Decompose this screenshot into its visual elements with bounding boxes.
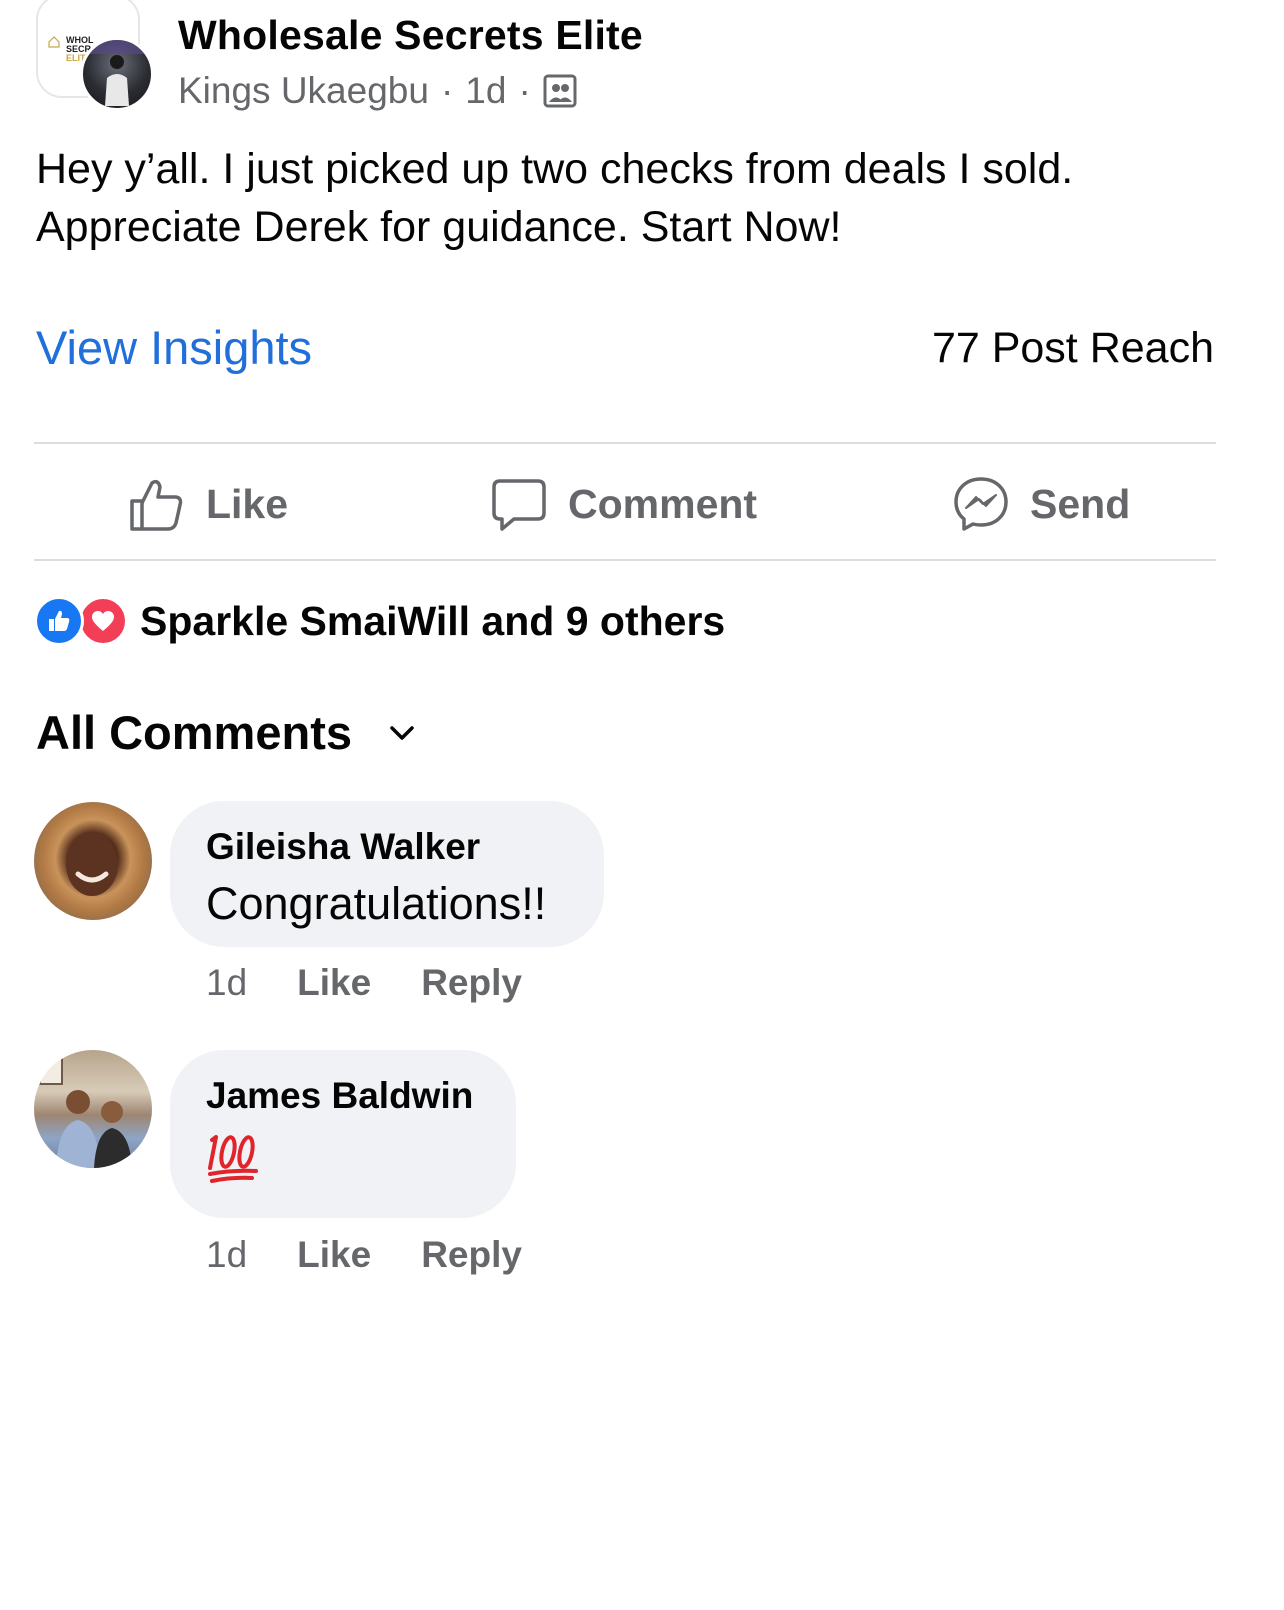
- divider: [34, 442, 1216, 444]
- comment-bubble-icon: [492, 479, 546, 531]
- love-reaction-icon: [78, 596, 128, 646]
- messenger-icon: [954, 477, 1008, 531]
- commenter-avatar[interactable]: [34, 802, 152, 920]
- comment-time[interactable]: 1d: [206, 1234, 247, 1276]
- comment-text: Congratulations!!: [206, 878, 547, 929]
- comments-filter-dropdown[interactable]: All Comments: [36, 705, 422, 760]
- comment-author[interactable]: James Baldwin: [206, 1072, 480, 1120]
- meta-separator: ·: [440, 70, 454, 111]
- send-label: Send: [1030, 480, 1131, 527]
- people-photo-icon: [39, 1055, 132, 1168]
- comment-time[interactable]: 1d: [206, 962, 247, 1004]
- reactions-text: Sparkle SmaiWill and 9 others: [140, 597, 726, 644]
- comment-label: Comment: [568, 480, 758, 527]
- comment-reply-button[interactable]: Reply: [421, 962, 522, 1004]
- post-meta: Kings Ukaegbu · 1d ·: [178, 70, 577, 112]
- like-reaction-icon: [34, 596, 84, 646]
- group-icon: [543, 74, 577, 108]
- post-reach: 77 Post Reach: [931, 324, 1214, 372]
- like-button[interactable]: Like: [128, 466, 288, 542]
- comment-button[interactable]: Comment: [490, 466, 757, 542]
- send-button[interactable]: Send: [952, 466, 1130, 542]
- group-name[interactable]: Wholesale Secrets Elite: [178, 12, 643, 59]
- divider: [34, 559, 1216, 561]
- comment-actions: 1d Like Reply: [206, 1234, 522, 1276]
- comment-bubble: Gileisha Walker Congratulations!!: [170, 801, 604, 947]
- comment-reply-button[interactable]: Reply: [421, 1234, 522, 1276]
- author-avatar[interactable]: [80, 37, 154, 111]
- meta-separator: ·: [518, 70, 531, 111]
- comment-like-button[interactable]: Like: [297, 1234, 371, 1276]
- reactions-summary[interactable]: Sparkle SmaiWill and 9 others: [34, 594, 725, 648]
- hundred-points-emoji: [206, 1130, 262, 1184]
- chevron-down-icon: [390, 725, 414, 740]
- person-face-icon: [66, 832, 118, 896]
- post-time[interactable]: 1d: [465, 70, 506, 112]
- post-body: Hey y’all. I just picked up two checks f…: [36, 145, 1074, 251]
- commenter-avatar[interactable]: [34, 1050, 152, 1168]
- comment-author[interactable]: Gileisha Walker: [206, 823, 568, 871]
- author-name[interactable]: Kings Ukaegbu: [178, 70, 429, 112]
- comment-like-button[interactable]: Like: [297, 962, 371, 1004]
- like-label: Like: [206, 480, 289, 527]
- person-silhouette-icon: [83, 40, 151, 106]
- comment-actions: 1d Like Reply: [206, 962, 522, 1004]
- comment-bubble: James Baldwin: [170, 1050, 516, 1218]
- view-insights-link[interactable]: View Insights: [36, 320, 312, 375]
- comments-filter-label: All Comments: [36, 706, 352, 759]
- thumbs-up-icon: [130, 479, 183, 531]
